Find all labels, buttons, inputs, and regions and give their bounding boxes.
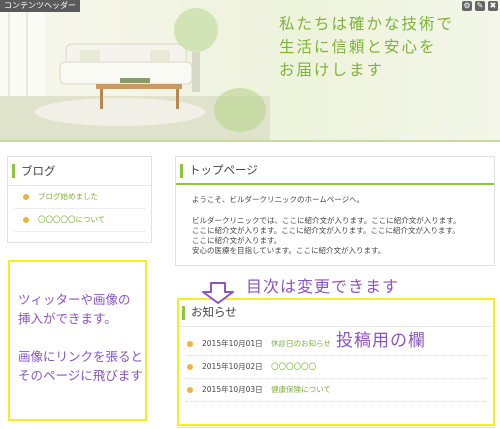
annotation-line: そのページに飛びます [18, 368, 143, 383]
top-page-box: トップページ ようこそ、ビルダークリニックのホームページへ。 ビルダークリニック… [175, 156, 495, 266]
sidebar-blog-box: ブログ ブログ始めました 〇〇〇〇〇について [7, 156, 152, 243]
header-tagline: 私たちは確かな技術で 生活に信頼と安心を お届けします [279, 13, 454, 82]
down-arrow-icon [202, 282, 234, 304]
tagline-line-2: 生活に信頼と安心を [279, 38, 437, 56]
content-header: コンテンツヘッダー ⚙ ✎ ✖ 私たちは確かな技術で 生活に信頼と安心を お届け… [0, 0, 500, 140]
trash-icon[interactable]: ✖ [488, 1, 498, 11]
annotation-frame-news [177, 298, 495, 426]
header-divider [0, 140, 500, 142]
intro-line: 安心の医療を目指しています。ここに紹介文が入ります。 [192, 246, 386, 255]
annotation-line: ツィッターや画像の [18, 292, 131, 307]
sidebar-item-label: ブログ始めました [38, 192, 98, 201]
tagline-line-1: 私たちは確かな技術で [279, 15, 455, 33]
gear-icon[interactable]: ⚙ [462, 1, 472, 11]
edit-icon[interactable]: ✎ [475, 1, 485, 11]
annotation-spacer [18, 328, 188, 347]
tagline-line-3: お届けします [279, 61, 385, 79]
annotation-line: 挿入ができます。 [18, 311, 117, 326]
top-page-title: トップページ [176, 157, 494, 185]
intro-line: ここに紹介文が入ります。ここに紹介文が入ります。ここに紹介文が入ります。 [192, 226, 460, 235]
area-label: コンテンツヘッダー [0, 0, 80, 12]
annotation-line: 画像にリンクを張ると [18, 349, 144, 364]
bullet-icon [23, 194, 29, 200]
annotation-toc-note: 目次は変更できます [246, 277, 400, 296]
sidebar-title: ブログ [8, 157, 151, 186]
annotation-post-note: 投稿用の欄 [336, 331, 426, 351]
welcome-text: ようこそ、ビルダークリニックのホームページへ。 [192, 195, 365, 204]
sidebar-item[interactable]: 〇〇〇〇〇について [14, 209, 145, 232]
intro-line: ビルダークリニックでは、ここに紹介文が入ります。ここに紹介文が入ります。 [192, 216, 461, 225]
annotation-sidebar-note: ツィッターや画像の 挿入ができます。 画像にリンクを張ると そのページに飛びます [18, 290, 188, 385]
living-room-photo [0, 0, 270, 140]
sidebar-item[interactable]: ブログ始めました [14, 186, 145, 209]
sidebar-item-label: 〇〇〇〇〇について [38, 215, 106, 224]
bullet-icon [23, 217, 29, 223]
header-toolbar: ⚙ ✎ ✖ [462, 1, 498, 11]
intro-line: ここに紹介文が入ります。 [192, 236, 282, 245]
